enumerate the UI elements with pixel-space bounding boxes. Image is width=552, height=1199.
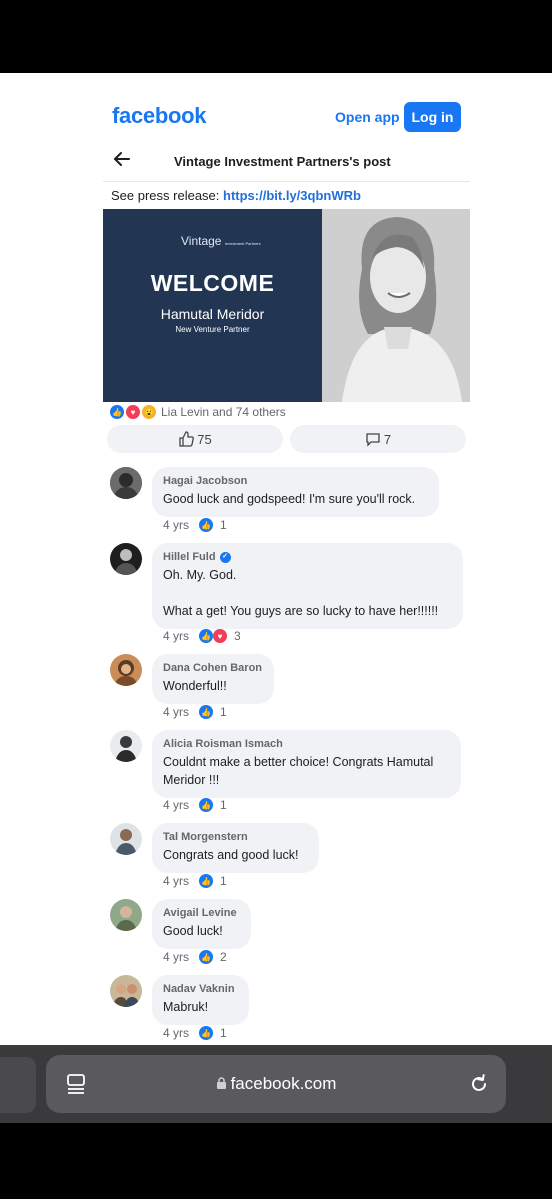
comment-author[interactable]: Avigail Levine bbox=[163, 906, 240, 920]
address-bar[interactable]: facebook.com bbox=[46, 1055, 506, 1113]
comment-author[interactable]: Dana Cohen Baron bbox=[163, 661, 263, 675]
comment-button[interactable]: 7 bbox=[290, 425, 466, 453]
comment-bubble: Avigail Levine Good luck! bbox=[152, 899, 251, 949]
post-title: Vintage Investment Partners's post bbox=[174, 154, 391, 169]
avatar[interactable] bbox=[110, 899, 142, 931]
comment-meta: 4 yrs 👍 1 bbox=[163, 798, 227, 812]
comment-author[interactable]: Hagai Jacobson bbox=[163, 474, 428, 488]
comment-reaction-count: 2 bbox=[220, 950, 227, 964]
comment-reaction-count: 1 bbox=[220, 874, 227, 888]
comment-author[interactable]: Alicia Roisman Ismach bbox=[163, 737, 450, 751]
lock-icon bbox=[216, 1077, 226, 1089]
comment-time[interactable]: 4 yrs bbox=[163, 874, 189, 888]
press-prefix: See press release: bbox=[111, 188, 224, 203]
like-count: 75 bbox=[197, 431, 212, 447]
thumbs-up-icon bbox=[179, 431, 195, 447]
comment-reaction-count: 1 bbox=[220, 705, 227, 719]
comment-text: Wonderful!! bbox=[163, 679, 227, 693]
comment-bubble: Dana Cohen Baron Wonderful!! bbox=[152, 654, 274, 704]
comment-author-row: Hillel Fuld ✓ bbox=[163, 550, 452, 564]
comment-text: Mabruk! bbox=[163, 1000, 209, 1014]
comment-bubble: Tal Morgenstern Congrats and good luck! bbox=[152, 823, 319, 873]
comment-time[interactable]: 4 yrs bbox=[163, 798, 189, 812]
comment-author[interactable]: Hillel Fuld bbox=[163, 550, 216, 564]
like-reaction-icon: 👍 bbox=[199, 629, 214, 643]
comment-time[interactable]: 4 yrs bbox=[163, 1026, 189, 1040]
wow-reaction-icon: 😮 bbox=[142, 405, 156, 419]
comment-bubble: Nadav Vaknin Mabruk! bbox=[152, 975, 249, 1025]
comment-reaction-count: 1 bbox=[220, 518, 227, 532]
comment-reaction-count: 3 bbox=[234, 629, 241, 643]
comment-bubble: Hillel Fuld ✓ Oh. My. God. What a get! Yo… bbox=[152, 543, 463, 629]
avatar[interactable] bbox=[110, 543, 142, 575]
home-indicator-area bbox=[0, 1123, 552, 1199]
url-text: facebook.com bbox=[230, 1074, 337, 1093]
avatar[interactable] bbox=[110, 467, 142, 499]
banner-text-panel: Vintage Investment Partners WELCOME Hamu… bbox=[103, 209, 322, 402]
banner-welcome: WELCOME bbox=[150, 270, 275, 296]
like-reaction-icon: 👍 bbox=[199, 705, 214, 719]
comment-meta: 4 yrs 👍 ♥ 3 bbox=[163, 629, 241, 643]
site-header: facebook Open app Log in bbox=[0, 73, 552, 143]
comment-time[interactable]: 4 yrs bbox=[163, 629, 189, 643]
comment-text: Oh. My. God. What a get! You guys are so… bbox=[163, 568, 439, 618]
comment-meta: 4 yrs 👍 2 bbox=[163, 950, 227, 964]
like-reaction-icon: 👍 bbox=[110, 405, 124, 419]
like-reaction-icon: 👍 bbox=[199, 518, 214, 532]
comment-meta: 4 yrs 👍 1 bbox=[163, 1026, 227, 1040]
comment-icon bbox=[366, 433, 380, 447]
login-button[interactable]: Log in bbox=[404, 102, 461, 132]
comment-author[interactable]: Nadav Vaknin bbox=[163, 982, 238, 996]
like-reaction-icon: 👍 bbox=[199, 1026, 214, 1040]
comment-text: Good luck and godspeed! I'm sure you'll … bbox=[163, 492, 416, 506]
like-button[interactable]: 75 bbox=[107, 425, 283, 453]
facebook-logo[interactable]: facebook bbox=[112, 103, 206, 129]
comment-count: 7 bbox=[383, 431, 392, 447]
like-reaction-icon: 👍 bbox=[199, 874, 214, 888]
avatar[interactable] bbox=[110, 730, 142, 762]
comment-time[interactable]: 4 yrs bbox=[163, 705, 189, 719]
avatar[interactable] bbox=[110, 654, 142, 686]
like-reaction-icon: 👍 bbox=[199, 798, 214, 812]
comment-text: Congrats and good luck! bbox=[163, 848, 299, 862]
comment-meta: 4 yrs 👍 1 bbox=[163, 874, 227, 888]
love-reaction-icon: ♥ bbox=[213, 629, 228, 643]
comment-meta: 4 yrs 👍 1 bbox=[163, 518, 227, 532]
open-app-link[interactable]: Open app bbox=[335, 109, 400, 125]
love-reaction-icon: ♥ bbox=[126, 405, 140, 419]
press-release-link[interactable]: https://bit.ly/3qbnWRb bbox=[223, 188, 361, 203]
verified-badge-icon: ✓ bbox=[219, 551, 231, 563]
back-arrow-icon[interactable] bbox=[113, 150, 131, 173]
comment-bubble: Hagai Jacobson Good luck and godspeed! I… bbox=[152, 467, 439, 517]
comment-time[interactable]: 4 yrs bbox=[163, 518, 189, 532]
comment-author[interactable]: Tal Morgenstern bbox=[163, 830, 308, 844]
comment-reaction-count: 1 bbox=[220, 1026, 227, 1040]
reload-icon[interactable] bbox=[468, 1073, 490, 1095]
comment-bubble: Alicia Roisman Ismach Couldnt make a bet… bbox=[152, 730, 461, 798]
press-release-text: See press release: https://bit.ly/3qbnWR… bbox=[111, 188, 361, 203]
post-title-bar: Vintage Investment Partners's post bbox=[103, 148, 470, 182]
comment-meta: 4 yrs 👍 1 bbox=[163, 705, 227, 719]
portrait-photo bbox=[322, 209, 470, 402]
previous-tab-edge[interactable] bbox=[0, 1057, 36, 1113]
reactions-summary[interactable]: 👍 ♥ 😮 Lia Levin and 74 others bbox=[110, 405, 286, 419]
reactions-summary-text: Lia Levin and 74 others bbox=[161, 405, 286, 419]
comment-text: Good luck! bbox=[163, 924, 223, 938]
vintage-logo: Vintage Investment Partners bbox=[181, 234, 261, 248]
facebook-page: facebook Open app Log in Vintage Investm… bbox=[0, 73, 552, 1045]
status-bar-area bbox=[0, 0, 552, 73]
banner-person-name: Hamutal Meridor bbox=[160, 306, 265, 322]
comment-text: Couldnt make a better choice! Congrats H… bbox=[163, 755, 434, 787]
like-reaction-icon: 👍 bbox=[199, 950, 214, 964]
browser-toolbar: facebook.com bbox=[0, 1045, 552, 1123]
avatar[interactable] bbox=[110, 975, 142, 1007]
banner-person-role: New Venture Partner bbox=[175, 325, 250, 334]
comment-time[interactable]: 4 yrs bbox=[163, 950, 189, 964]
post-image[interactable]: Vintage Investment Partners WELCOME Hamu… bbox=[103, 209, 470, 402]
url-display[interactable]: facebook.com bbox=[46, 1074, 506, 1094]
comment-reaction-count: 1 bbox=[220, 798, 227, 812]
avatar[interactable] bbox=[110, 823, 142, 855]
